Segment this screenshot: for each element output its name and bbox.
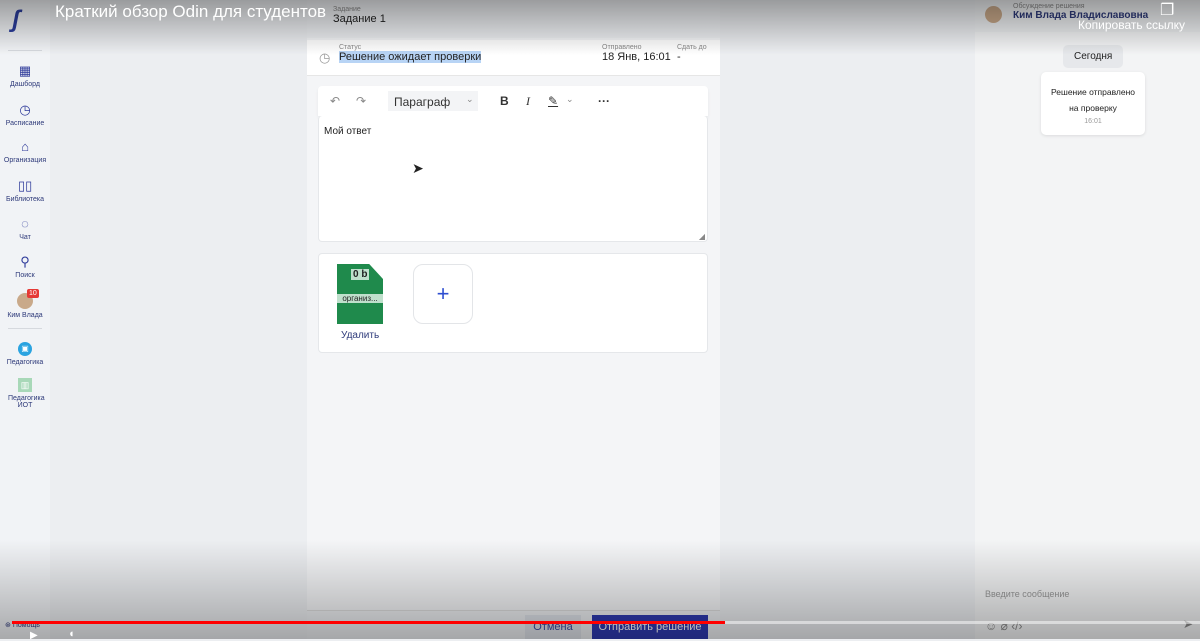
file-icon[interactable]: 0 b организ... (337, 264, 383, 324)
delete-attachment-link[interactable]: Удалить (341, 330, 379, 341)
attachments: 0 b организ... Удалить + (318, 253, 708, 353)
grid-icon: ▦ (18, 63, 32, 78)
send-icon[interactable]: ➤ (1183, 617, 1193, 631)
action-bar: Отмена Отправить решение (307, 610, 720, 639)
notification-badge: 10 (27, 289, 39, 298)
pedagogy-iot-icon: ▥ (18, 378, 32, 392)
status-bar: ◷ Статус Решение ожидает проверки Отправл… (307, 40, 720, 76)
sidebar-item-library[interactable]: ▯▯ Библиотека (0, 178, 50, 204)
chat-message: Решение отправлено на проверку 16:01 (1041, 72, 1145, 135)
chat-icon: ◌ (21, 216, 29, 231)
undo-icon[interactable]: ↶ (330, 94, 340, 108)
highlight-icon[interactable]: ✎ (548, 94, 558, 108)
bold-button[interactable]: B (500, 94, 509, 108)
mouse-cursor-icon: ➤ (412, 160, 424, 176)
help-icon: ⊛ (5, 622, 11, 629)
sidebar-item-pedagogy-iot[interactable]: ▥ Педагогика ИОТ (0, 378, 50, 409)
sidebar-item-chat[interactable]: ◌ Чат (0, 216, 50, 242)
editor-toolbar: ↶ ↷ Параграф ⌄ B I ✎ ⌄ ··· (318, 86, 708, 116)
redo-icon[interactable]: ↷ (356, 94, 366, 108)
avatar (985, 6, 1002, 23)
sidebar-item-profile[interactable]: 10 Ким Влада (0, 289, 50, 319)
answer-editor[interactable]: Мой ответ ◢ (318, 116, 708, 242)
paragraph-select[interactable]: Параграф ⌄ (388, 91, 478, 111)
video-progress-bar[interactable] (12, 621, 1200, 624)
cancel-button[interactable]: Отмена (525, 615, 581, 639)
play-icon[interactable]: ▶ (30, 630, 38, 641)
italic-button[interactable]: I (526, 94, 530, 109)
task-title: Задание 1 (333, 13, 386, 25)
date-separator: Сегодня (1063, 45, 1124, 68)
chevron-down-icon[interactable]: ⌄ (566, 94, 574, 105)
copy-icon[interactable]: ❐ (1160, 0, 1174, 20)
submit-button[interactable]: Отправить решение (592, 615, 708, 639)
chat-panel: Обсуждение решения Ким Влада Владиславовн… (975, 0, 1200, 639)
pedagogy-icon: ▣ (18, 342, 32, 356)
clock-icon: ◷ (319, 50, 331, 65)
sidebar: ʃ ▦ Дашборд ◷ Расписание ⌂ Организация ▯▯ Би… (0, 0, 50, 639)
volume-icon[interactable]: ◖ (68, 628, 75, 640)
calendar-icon: ◷ (19, 102, 31, 117)
chevron-down-icon: ⌄ (466, 94, 474, 104)
progress-fill (12, 621, 725, 624)
divider (8, 50, 42, 51)
sidebar-item-organization[interactable]: ⌂ Организация (0, 139, 50, 165)
video-title[interactable]: Краткий обзор Odin для студентов (55, 2, 326, 22)
add-attachment-button[interactable]: + (413, 264, 473, 324)
sidebar-item-search[interactable]: ⚲ Поиск (0, 254, 50, 280)
sidebar-item-dashboard[interactable]: ▦ Дашборд (0, 63, 50, 89)
resize-handle-icon[interactable]: ◢ (699, 232, 705, 241)
divider (8, 328, 42, 329)
more-icon[interactable]: ··· (598, 94, 610, 108)
status-value: Решение ожидает проверки (339, 51, 482, 63)
message-input[interactable]: Введите сообщение (985, 589, 1069, 599)
book-icon: ▯▯ (18, 178, 33, 193)
home-icon: ⌂ (21, 139, 29, 154)
search-icon: ⚲ (20, 254, 30, 269)
copy-link-button[interactable]: Копировать ссылку (1078, 18, 1185, 32)
sidebar-item-pedagogy[interactable]: ▣ Педагогика (0, 342, 50, 366)
app-logo[interactable]: ʃ (12, 6, 38, 36)
sidebar-item-schedule[interactable]: ◷ Расписание (0, 102, 50, 128)
